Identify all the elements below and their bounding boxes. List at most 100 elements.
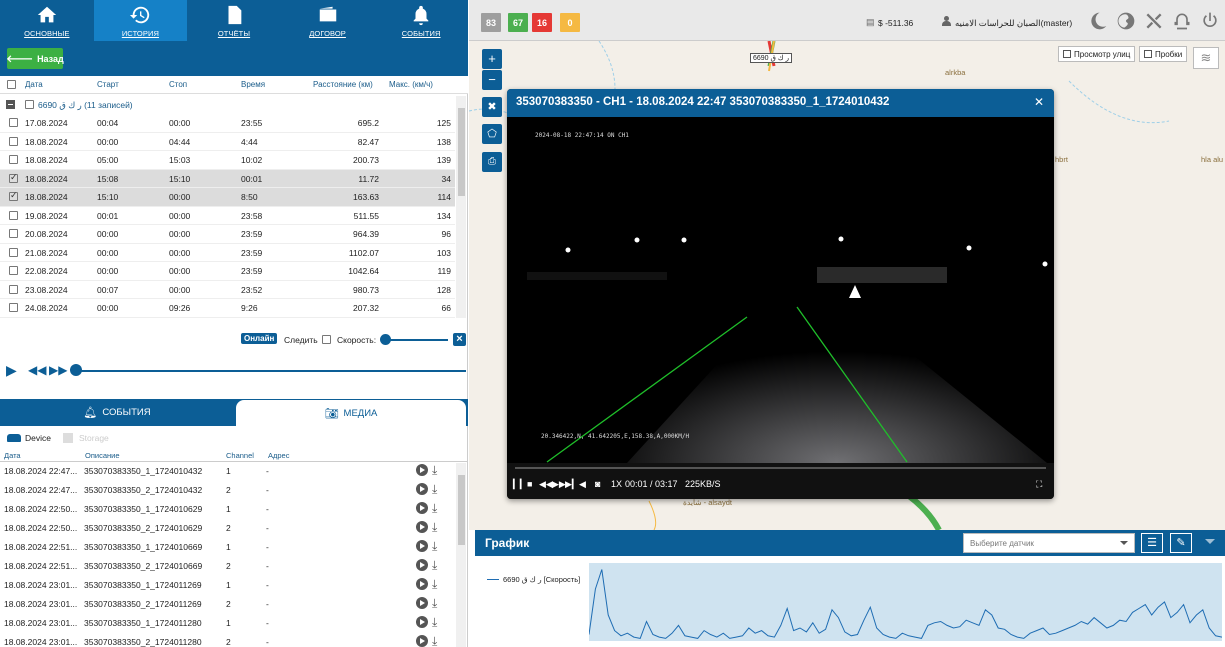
select-all-checkbox[interactable] bbox=[7, 80, 16, 89]
play-icon[interactable] bbox=[416, 540, 428, 552]
download-icon[interactable]: ⤓ bbox=[432, 540, 437, 552]
download-icon[interactable]: ⤓ bbox=[432, 502, 437, 514]
col-date[interactable]: Дата bbox=[4, 451, 21, 460]
status-badge-offline[interactable]: 16 bbox=[532, 13, 553, 32]
collapse-chevron-icon[interactable] bbox=[1205, 539, 1215, 544]
media-row[interactable]: 18.08.2024 23:01... 353070383350_1_172401… bbox=[0, 614, 455, 633]
col-channel[interactable]: Channel bbox=[226, 451, 254, 460]
download-icon[interactable]: ⤓ bbox=[432, 616, 437, 628]
online-button[interactable]: Онлайн bbox=[241, 333, 278, 344]
play-icon[interactable] bbox=[416, 483, 428, 495]
map[interactable]: + − ✖ ⬠ ⎙ Просмотр улиц Пробки ≋ 6690 ر … bbox=[469, 41, 1225, 530]
trip-group-row[interactable]: 6690 ر ك ق (11 записей) bbox=[0, 96, 455, 114]
row-checkbox[interactable] bbox=[9, 247, 18, 257]
close-icon[interactable]: × bbox=[453, 333, 466, 346]
media-row[interactable]: 18.08.2024 22:47... 353070383350_1_172401… bbox=[0, 462, 455, 481]
row-checkbox[interactable] bbox=[9, 118, 18, 127]
power-icon[interactable] bbox=[1200, 11, 1220, 31]
sensor-select[interactable]: Выберите датчик bbox=[963, 533, 1135, 553]
table-row[interactable]: 19.08.2024 00:01 00:00 23:58 511.55 134 bbox=[0, 207, 455, 225]
user-name[interactable]: الصبان للحراسات الامنيه(master) bbox=[955, 18, 1072, 29]
row-checkbox[interactable] bbox=[9, 190, 18, 201]
table-row[interactable]: 18.08.2024 05:00 15:03 10:02 200.73 139 bbox=[0, 151, 455, 170]
download-icon[interactable]: ⤓ bbox=[432, 521, 437, 533]
trips-scrollbar[interactable] bbox=[456, 96, 466, 318]
print-icon[interactable]: ⎙ bbox=[482, 152, 502, 172]
brush-icon[interactable]: ✎ bbox=[1170, 533, 1192, 553]
checkbox[interactable] bbox=[1144, 50, 1152, 58]
speed-plot[interactable] bbox=[588, 563, 1223, 641]
scroll-thumb[interactable] bbox=[458, 475, 465, 545]
video-progress[interactable] bbox=[515, 467, 1046, 469]
fullscreen-icon[interactable]: ⛶ bbox=[1036, 479, 1042, 490]
play-icon[interactable] bbox=[416, 635, 428, 647]
media-row[interactable]: 18.08.2024 23:01... 353070383350_1_172401… bbox=[0, 576, 455, 595]
col-date[interactable]: Дата bbox=[25, 80, 43, 89]
timeline-track[interactable] bbox=[76, 370, 466, 372]
media-row[interactable]: 18.08.2024 22:50... 353070383350_1_172401… bbox=[0, 500, 455, 519]
group-checkbox[interactable] bbox=[25, 100, 34, 109]
media-row[interactable]: 18.08.2024 22:51... 353070383350_1_172401… bbox=[0, 538, 455, 557]
download-icon[interactable]: ⤓ bbox=[432, 597, 437, 609]
table-row[interactable]: 22.08.2024 00:00 00:00 23:59 1042.64 119 bbox=[0, 262, 455, 281]
row-checkbox[interactable] bbox=[9, 136, 18, 146]
volume-icon[interactable]: ◀ bbox=[579, 479, 586, 490]
row-checkbox[interactable] bbox=[9, 155, 18, 164]
nav-item-history[interactable]: ИСТОРИЯ bbox=[93, 0, 188, 41]
playback-speed[interactable]: 1X bbox=[611, 479, 622, 489]
table-row[interactable]: 24.08.2024 00:00 09:26 9:26 207.32 66 bbox=[0, 299, 455, 318]
play-icon[interactable]: ▶ bbox=[6, 362, 17, 379]
follow-checkbox[interactable] bbox=[322, 335, 331, 344]
play-icon[interactable] bbox=[416, 616, 428, 628]
row-checkbox[interactable] bbox=[9, 210, 18, 220]
speed-slider-knob[interactable] bbox=[380, 334, 391, 345]
traffic-toggle[interactable]: Пробки bbox=[1139, 46, 1188, 62]
close-icon[interactable]: ✕ bbox=[1034, 95, 1044, 109]
tab-media[interactable]: 📷︎ МЕДИА bbox=[236, 400, 466, 427]
play-icon[interactable] bbox=[416, 521, 428, 533]
timeline-knob[interactable] bbox=[70, 364, 82, 376]
col-time[interactable]: Время bbox=[241, 80, 265, 89]
download-icon[interactable]: ⤓ bbox=[432, 464, 437, 476]
play-icon[interactable] bbox=[416, 597, 428, 609]
table-row[interactable]: 21.08.2024 00:00 00:00 23:59 1102.07 103 bbox=[0, 244, 455, 262]
table-row[interactable]: 20.08.2024 00:00 00:00 23:59 964.39 96 bbox=[0, 225, 455, 244]
col-start[interactable]: Старт bbox=[97, 80, 119, 89]
rewind-icon[interactable]: ◀◀ bbox=[539, 479, 553, 490]
nav-item-main[interactable]: ОСНОВНЫЕ bbox=[0, 0, 94, 41]
scroll-thumb[interactable] bbox=[458, 108, 465, 196]
row-checkbox[interactable] bbox=[9, 266, 18, 275]
table-row[interactable]: 18.08.2024 15:10 00:00 8:50 163.63 114 bbox=[0, 188, 455, 207]
download-icon[interactable]: ⤓ bbox=[432, 559, 437, 571]
table-row[interactable]: 17.08.2024 00:04 00:00 23:55 695.2 125 bbox=[0, 114, 455, 133]
col-distance[interactable]: Расстояние (км) bbox=[313, 80, 373, 89]
collapse-icon[interactable] bbox=[6, 100, 15, 109]
status-badge-total[interactable]: 83 bbox=[481, 13, 502, 32]
status-badge-idle[interactable]: 0 bbox=[560, 13, 580, 32]
stop-icon[interactable]: ■ bbox=[527, 479, 532, 489]
table-row[interactable]: 23.08.2024 00:07 00:00 23:52 980.73 128 bbox=[0, 281, 455, 299]
media-row[interactable]: 18.08.2024 23:01... 353070383350_2_172401… bbox=[0, 633, 455, 647]
media-row[interactable]: 18.08.2024 22:51... 353070383350_2_172401… bbox=[0, 557, 455, 576]
row-checkbox[interactable] bbox=[9, 303, 18, 312]
media-row[interactable]: 18.08.2024 22:50... 353070383350_2_172401… bbox=[0, 519, 455, 538]
nav-item-events[interactable]: СОБЫТИЯ bbox=[374, 0, 468, 41]
col-max-speed[interactable]: Макс. (км/ч) bbox=[389, 80, 433, 89]
street-view-toggle[interactable]: Просмотр улиц bbox=[1058, 46, 1136, 62]
moon-icon[interactable] bbox=[1088, 11, 1108, 31]
media-row[interactable]: 18.08.2024 23:01... 353070383350_2_172401… bbox=[0, 595, 455, 614]
zoom-in-button[interactable]: + bbox=[482, 49, 502, 69]
rewind-icon[interactable]: ◀◀ bbox=[28, 363, 46, 377]
row-checkbox[interactable] bbox=[9, 284, 18, 294]
vehicle-plate-label[interactable]: 6690 ر ك ق bbox=[750, 53, 793, 63]
list-icon[interactable]: ☰ bbox=[1141, 533, 1163, 553]
row-checkbox[interactable] bbox=[9, 172, 18, 183]
measure-icon[interactable]: ✖ bbox=[482, 97, 502, 117]
download-icon[interactable]: ⤓ bbox=[432, 483, 437, 495]
polygon-icon[interactable]: ⬠ bbox=[482, 124, 502, 144]
status-badge-online[interactable]: 67 bbox=[508, 13, 529, 32]
download-icon[interactable]: ⤓ bbox=[432, 578, 437, 590]
download-icon[interactable]: ⤓ bbox=[432, 635, 437, 647]
device-tab[interactable]: Device bbox=[7, 433, 51, 443]
table-row[interactable]: 18.08.2024 00:00 04:44 4:44 82.47 138 bbox=[0, 133, 455, 151]
